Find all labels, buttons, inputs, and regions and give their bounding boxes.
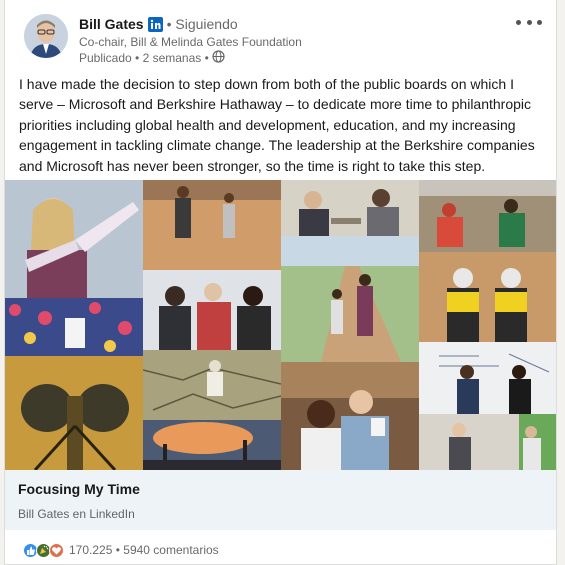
author-headline: Co-chair, Bill & Melinda Gates Foundatio… — [79, 35, 302, 49]
follow-status: • Siguiendo — [166, 16, 238, 32]
collage-photo-lab-workers — [419, 252, 556, 342]
globe-icon — [212, 50, 225, 66]
author-name-row: Bill Gates • Siguiendo — [79, 15, 238, 33]
collage-photo-women-working — [419, 180, 556, 252]
article-link-card[interactable]: Focusing My Time Bill Gates en LinkedIn — [5, 470, 556, 530]
collage-photo-prosthetic-arm — [5, 180, 143, 298]
social-counts: 170.225 • 5940 comentarios — [23, 541, 219, 559]
collage-photo-kitchen-demo — [419, 414, 556, 470]
reactions-count[interactable]: 170.225 — [69, 543, 112, 557]
article-title[interactable]: Focusing My Time — [18, 481, 140, 497]
collage-photo-gates-with-student — [281, 362, 419, 470]
collage-photo-crowd — [5, 298, 143, 356]
collage-photo-village-road — [281, 236, 419, 362]
collage-photo-walking-children — [143, 180, 281, 270]
post-body-text: I have made the decision to step down fr… — [19, 76, 535, 174]
collage-photo-interview — [281, 180, 419, 236]
love-reaction-icon — [49, 542, 64, 558]
published-time: Publicado • 2 semanas • — [79, 51, 209, 65]
collage-photo-meeting — [143, 270, 281, 350]
author-avatar[interactable] — [24, 14, 68, 58]
linkedin-icon — [147, 16, 163, 32]
feed-post-card: Bill Gates • Siguiendo Co-chair, Bill & … — [4, 0, 557, 565]
article-image-collage[interactable] — [5, 180, 556, 470]
article-source: Bill Gates en LinkedIn — [18, 507, 135, 521]
avatar-image — [24, 14, 68, 58]
collage-photo-drought-field — [143, 350, 281, 420]
post-header: Bill Gates • Siguiendo Co-chair, Bill & … — [5, 0, 556, 70]
comments-count[interactable]: 5940 comentarios — [123, 543, 218, 557]
post-meta: Publicado • 2 semanas • — [79, 50, 225, 66]
social-count-text: 170.225 • 5940 comentarios — [69, 543, 219, 557]
count-separator: • — [115, 543, 120, 557]
collage-photo-whiteboard — [419, 342, 556, 414]
collage-photo-power-plant — [143, 420, 281, 470]
collage-photo-mosquito — [5, 356, 143, 470]
more-options-icon[interactable] — [516, 14, 542, 30]
author-name[interactable]: Bill Gates — [79, 16, 144, 32]
